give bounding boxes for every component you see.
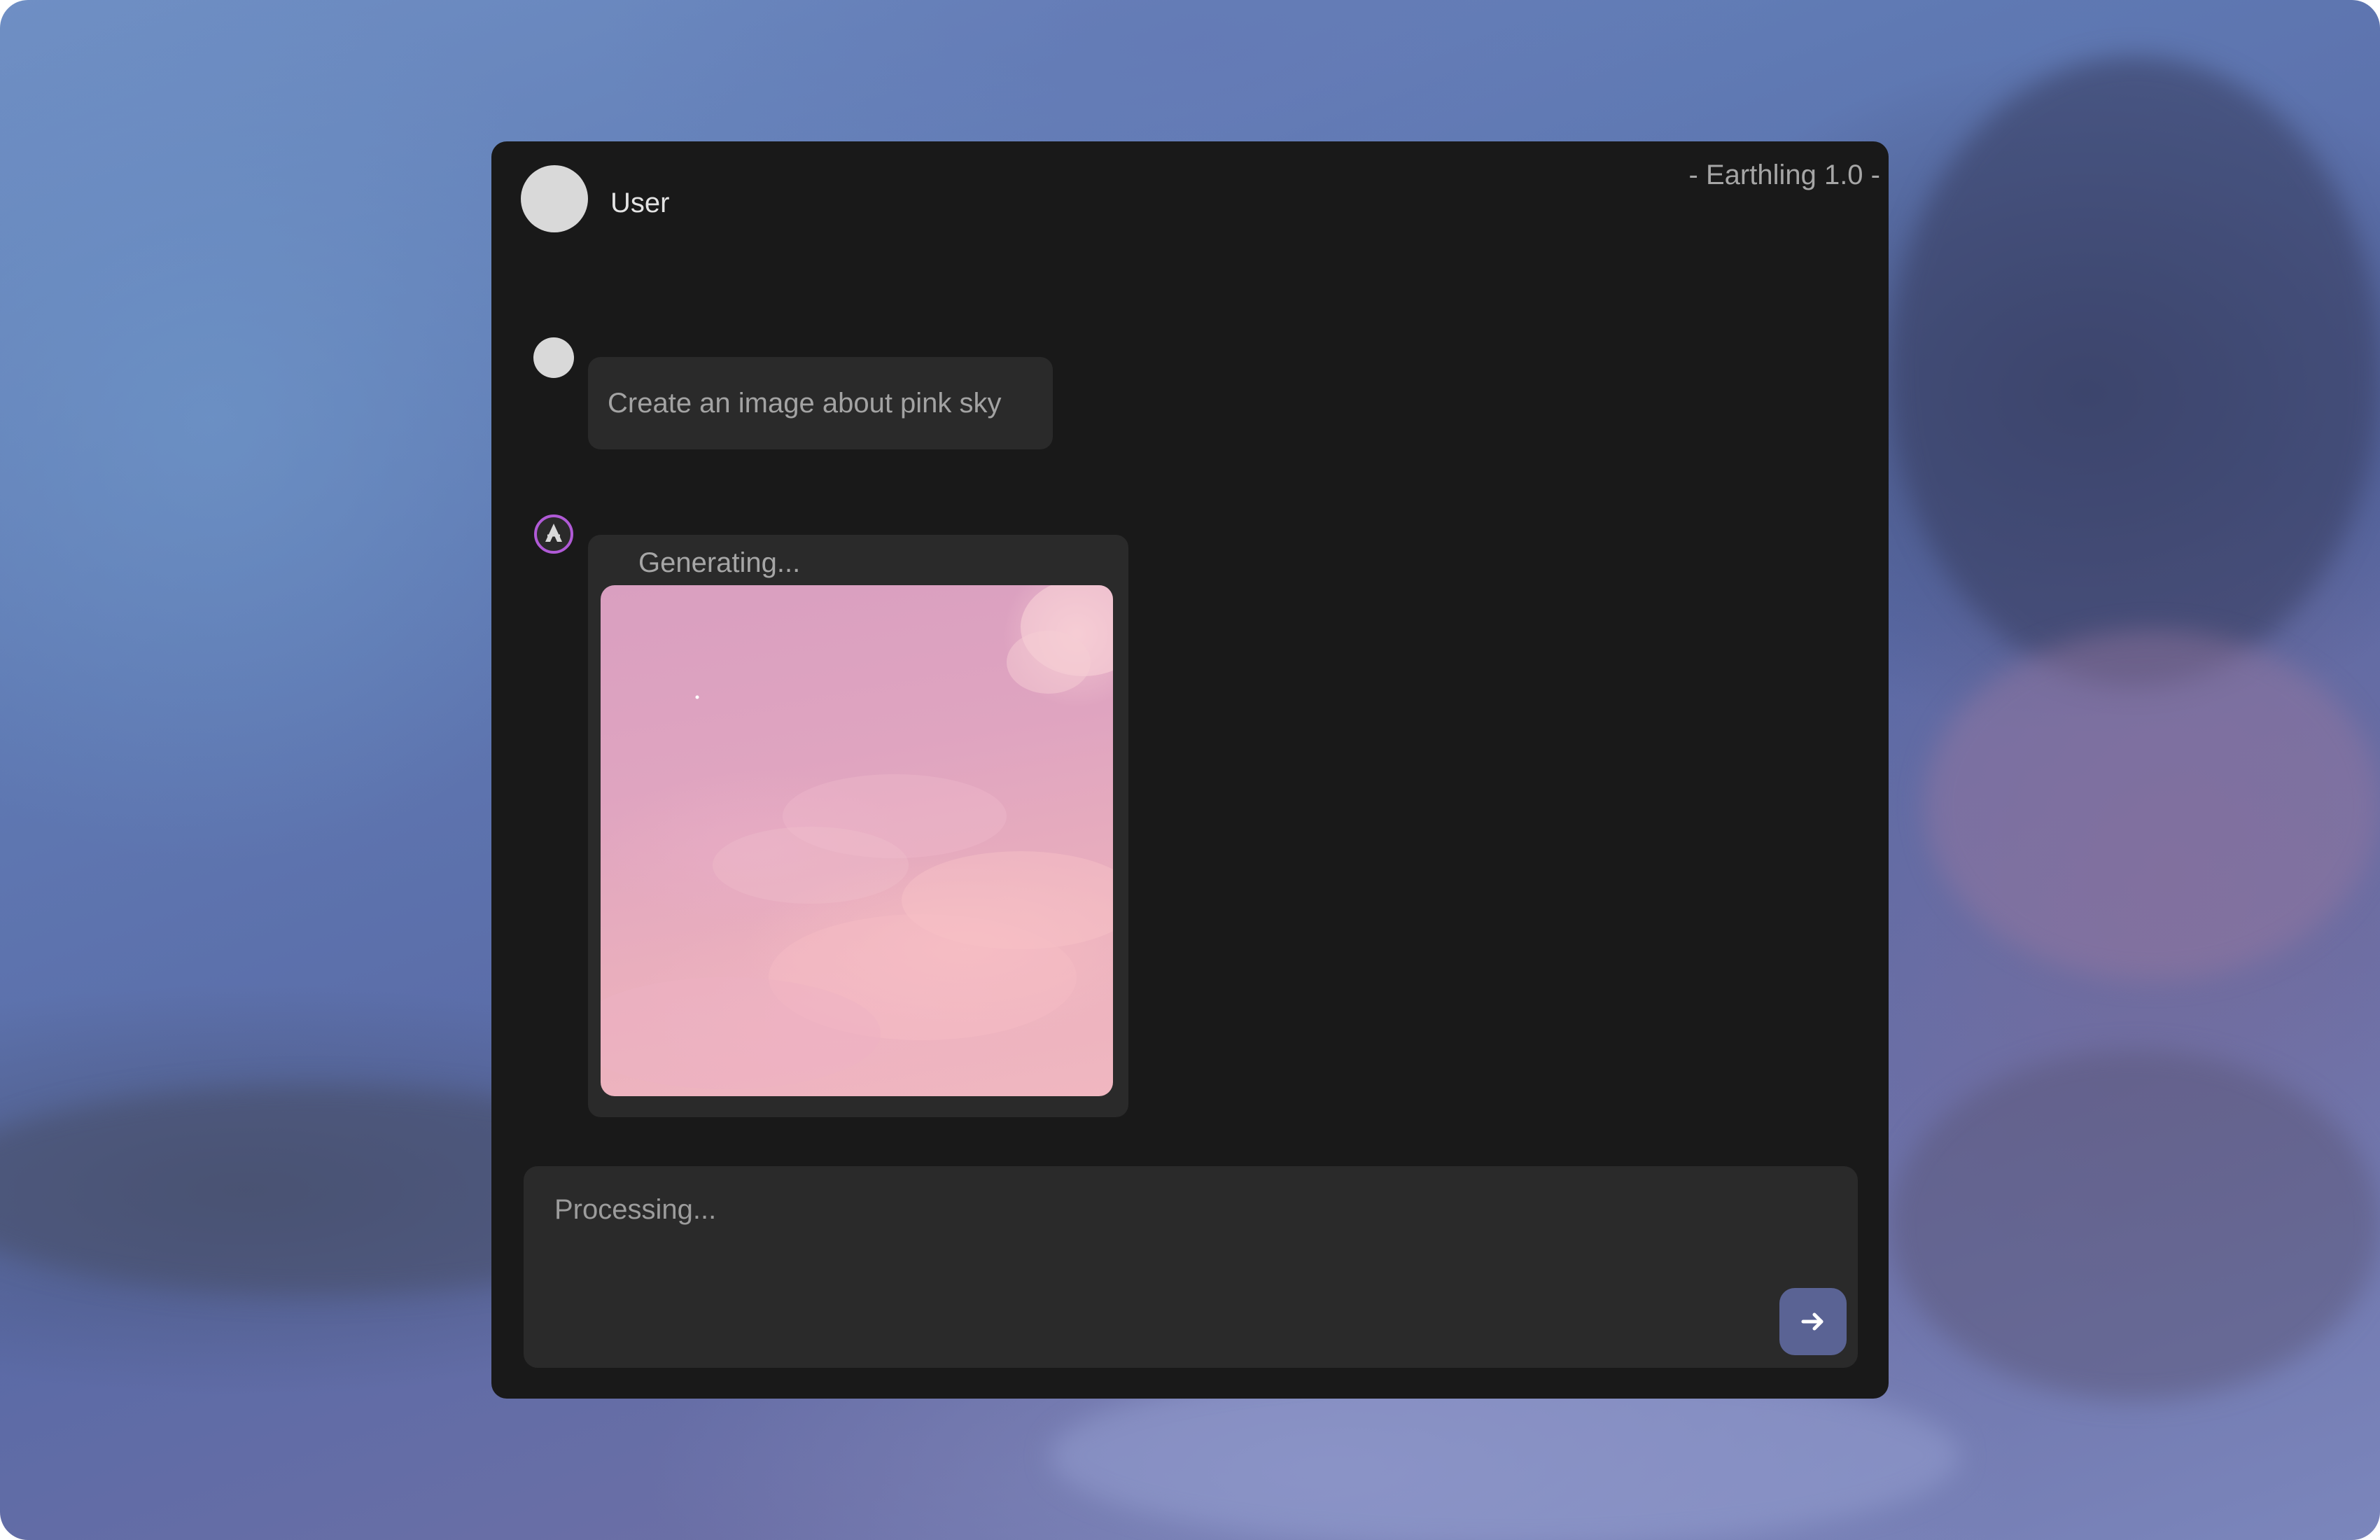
header-user-name: User	[610, 188, 670, 218]
app-version-label: - Earthling 1.0 -	[1688, 160, 1880, 190]
earthling-logo-icon	[534, 514, 573, 554]
cloud-overlay	[601, 585, 1113, 1089]
background-streak	[1925, 630, 2380, 980]
background-streak	[1890, 1050, 2380, 1400]
message-input-placeholder: Processing...	[554, 1194, 717, 1225]
bot-avatar-icon	[533, 514, 574, 554]
message-input-area[interactable]: Processing...	[524, 1166, 1858, 1368]
chat-window: User - Earthling 1.0 - Create an image a…	[491, 141, 1889, 1399]
background-streak	[1890, 56, 2380, 686]
desktop-background: User - Earthling 1.0 - Create an image a…	[0, 0, 2380, 1540]
user-message-bubble: Create an image about pink sky	[588, 357, 1053, 449]
generated-pink-sky-image[interactable]	[601, 585, 1113, 1096]
bot-message-bubble: Generating...	[588, 535, 1128, 1117]
message-user-avatar	[533, 337, 574, 378]
user-avatar[interactable]	[521, 165, 588, 232]
send-button[interactable]	[1779, 1288, 1847, 1355]
user-message-text: Create an image about pink sky	[608, 387, 1002, 419]
generating-status: Generating...	[638, 547, 801, 578]
arrow-right-icon	[1801, 1312, 1823, 1331]
